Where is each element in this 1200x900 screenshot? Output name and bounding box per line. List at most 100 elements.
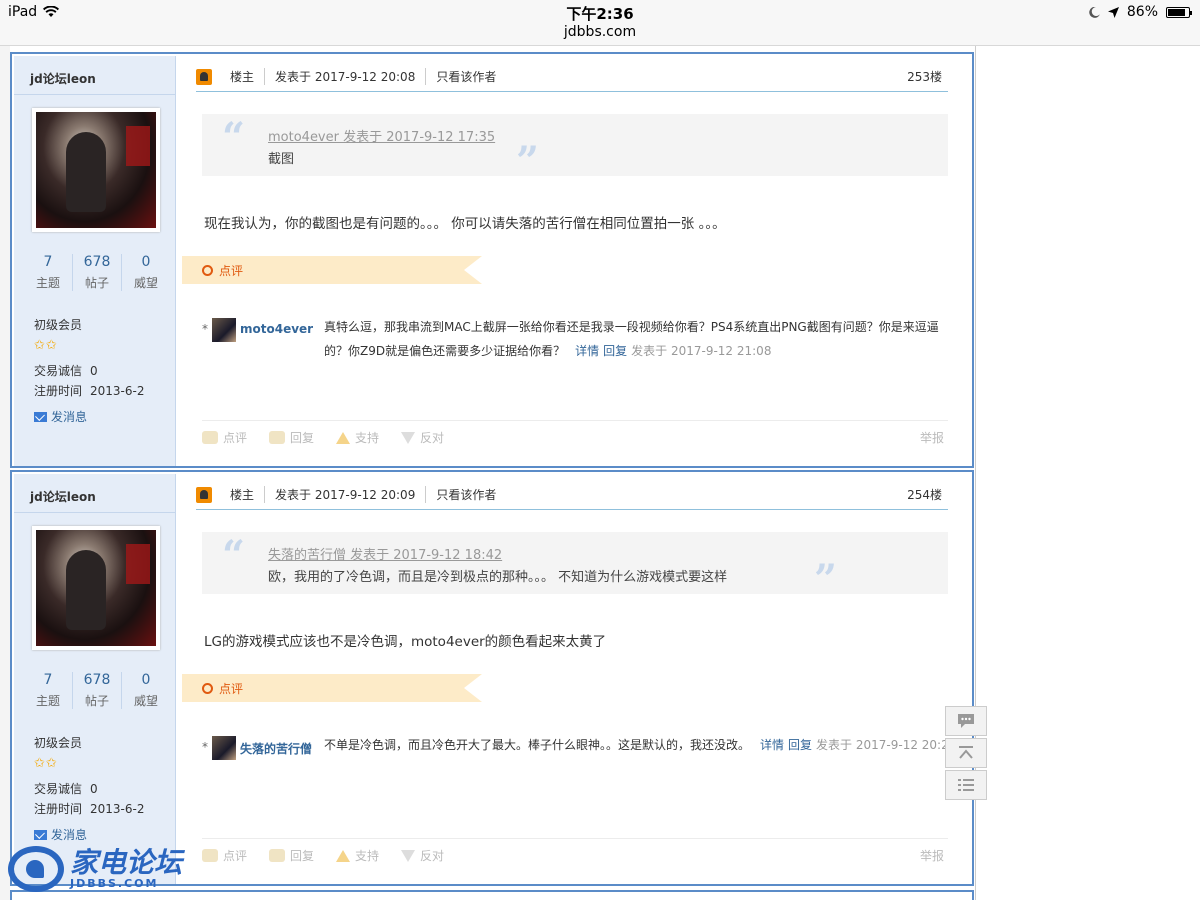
open-quote-icon: “: [222, 114, 246, 161]
author-name[interactable]: jd论坛leon: [30, 70, 96, 87]
logo-icon: [8, 846, 64, 892]
comment-detail-link[interactable]: 详情: [760, 738, 784, 752]
comment-tag: 点评: [182, 674, 482, 702]
post-header: 楼主 发表于 2017-9-12 20:08 只看该作者 253楼: [196, 62, 948, 92]
reply-button[interactable]: 回复: [269, 429, 314, 446]
author-stats: 7 主题 678 帖子 0 威望: [24, 254, 170, 291]
oppose-button[interactable]: 反对: [401, 847, 444, 864]
trade-credit: 交易诚信 0: [34, 364, 98, 378]
trade-credit: 交易诚信 0: [34, 782, 98, 796]
comment-reply-link[interactable]: 回复: [603, 344, 627, 358]
commenter-name[interactable]: moto4ever: [240, 322, 313, 336]
post-content: LG的游戏模式应该也不是冷色调，moto4ever的颜色看起来太黄了: [204, 634, 607, 650]
thread-list-button[interactable]: [945, 770, 987, 800]
comment-reply-link[interactable]: 回复: [788, 738, 812, 752]
register-date: 注册时间 2013-6-2: [34, 802, 145, 816]
owner-label: 楼主: [220, 486, 266, 503]
oppose-button[interactable]: 反对: [401, 429, 444, 446]
reply-icon: [269, 849, 286, 862]
post-time: 发表于 2017-9-12 20:09: [265, 486, 427, 503]
floor-number[interactable]: 254楼: [907, 486, 948, 503]
quote-block: “ moto4ever 发表于 2017-9-12 17:35 截图 ”: [202, 114, 948, 182]
post-main: 楼主 发表于 2017-9-12 20:08 只看该作者 253楼 “ moto…: [182, 56, 970, 466]
back-to-top-button[interactable]: [945, 738, 987, 768]
stat-prestige[interactable]: 0 威望: [122, 672, 170, 709]
post-254: jd论坛leon 7 主题 678 帖子 0 威望 初级会员 ✩✩ 交易诚信 0 注册时…: [10, 470, 974, 886]
report-button[interactable]: 举报: [920, 847, 944, 864]
post-header: 楼主 发表于 2017-9-12 20:09 只看该作者 254楼: [196, 480, 948, 510]
right-blank-area: [975, 46, 1200, 900]
mail-icon: [34, 829, 47, 840]
close-quote-icon: ”: [516, 138, 540, 185]
comment-icon: [202, 849, 218, 862]
thumb-up-icon: [336, 431, 351, 444]
quote-meta[interactable]: moto4ever 发表于 2017-9-12 17:35: [268, 126, 495, 145]
location-icon: [1107, 6, 1119, 18]
site-logo: 家电论坛 JDBBS.COM: [8, 846, 182, 892]
quote-text: 欧，我用的了冷色调，而且是冷到极点的那种。。。 不知道为什么游戏模式要这样: [268, 570, 728, 585]
avatar[interactable]: [32, 108, 160, 232]
author-name[interactable]: jd论坛leon: [30, 488, 96, 505]
post-actions: 点评 回复 支持 反对 举报: [202, 420, 948, 454]
stat-topics[interactable]: 7 主题: [24, 254, 73, 291]
quote-text: 截图: [268, 152, 295, 167]
commenter-name[interactable]: 失落的苦行僧: [240, 740, 312, 757]
battery-percent: 86%: [1126, 4, 1158, 20]
battery-icon: [1166, 6, 1192, 18]
user-level[interactable]: 初级会员: [34, 734, 82, 751]
send-message-link[interactable]: 发消息: [34, 826, 87, 843]
support-button[interactable]: 支持: [336, 847, 379, 864]
author-sidebar: jd论坛leon 7 主题 678 帖子 0 威望 初级会员 ✩✩ 交易诚信 0 注册时…: [14, 474, 176, 884]
only-author-link[interactable]: 只看该作者: [426, 486, 506, 503]
comment-time: 发表于 2017-9-12 20:21: [816, 738, 957, 752]
open-quote-icon: “: [222, 532, 246, 579]
left-gutter: [0, 46, 10, 900]
stat-prestige[interactable]: 0 威望: [122, 254, 170, 291]
status-right: 86%: [1089, 4, 1192, 20]
owner-label: 楼主: [220, 68, 266, 85]
commenter-avatar[interactable]: [212, 736, 236, 760]
floating-toolbar: [945, 706, 987, 802]
report-button[interactable]: 举报: [920, 429, 944, 446]
clock: 下午2:36: [566, 5, 634, 23]
chat-icon: [958, 714, 974, 728]
floor-number[interactable]: 253楼: [907, 68, 948, 85]
stat-posts[interactable]: 678 帖子: [73, 672, 122, 709]
address-bar[interactable]: jdbbs.com: [0, 24, 1200, 40]
quick-reply-button[interactable]: [945, 706, 987, 736]
author-stats: 7 主题 678 帖子 0 威望: [24, 672, 170, 709]
user-level[interactable]: 初级会员: [34, 316, 82, 333]
stat-topics[interactable]: 7 主题: [24, 672, 73, 709]
comment-detail-link[interactable]: 详情: [575, 344, 599, 358]
rate-button[interactable]: 点评: [202, 429, 247, 446]
only-author-link[interactable]: 只看该作者: [426, 68, 506, 85]
rate-button[interactable]: 点评: [202, 847, 247, 864]
comment-text: 不单是冷色调，而且冷色开大了最大。棒子什么眼神。。这是默认的，我还没改。 详情 回复…: [324, 738, 957, 752]
avatar[interactable]: [32, 526, 160, 650]
moon-icon: [1089, 6, 1100, 18]
quote-block: “ 失落的苦行僧 发表于 2017-9-12 18:42 欧，我用的了冷色调，而…: [202, 532, 948, 600]
arrow-up-icon: [959, 746, 973, 759]
author-sidebar: jd论坛leon 7 主题 678 帖子 0 威望 初级会员 ✩✩ 交易诚信 0 注册时…: [14, 56, 176, 466]
send-message-link[interactable]: 发消息: [34, 408, 87, 425]
reply-button[interactable]: 回复: [269, 847, 314, 864]
post-main: 楼主 发表于 2017-9-12 20:09 只看该作者 254楼 “ 失落的苦…: [182, 474, 970, 884]
ios-status-bar: iPad 下午2:36 jdbbs.com 86%: [0, 0, 1200, 46]
star-icon: ✩✩: [34, 756, 58, 771]
post-content: 现在我认为，你的截图也是有问题的。。。 你可以请失落的苦行僧在相同位置拍一张 。…: [204, 216, 726, 232]
quote-meta[interactable]: 失落的苦行僧 发表于 2017-9-12 18:42: [268, 544, 502, 563]
support-button[interactable]: 支持: [336, 429, 379, 446]
owner-icon: [196, 68, 212, 85]
post-time: 发表于 2017-9-12 20:08: [265, 68, 427, 85]
register-date: 注册时间 2013-6-2: [34, 384, 145, 398]
close-quote-icon: ”: [814, 556, 838, 603]
star-icon: ✩✩: [34, 338, 58, 353]
comment-time: 发表于 2017-9-12 21:08: [631, 344, 772, 358]
stat-posts[interactable]: 678 帖子: [73, 254, 122, 291]
reply-icon: [269, 431, 286, 444]
commenter-avatar[interactable]: [212, 318, 236, 342]
page: jd论坛leon 7 主题 678 帖子 0 威望 初级会员 ✩✩ 交易诚信 0 注册时…: [0, 46, 1200, 900]
comment-tag: 点评: [182, 256, 482, 284]
circle-icon: [202, 682, 213, 694]
thumb-down-icon: [401, 431, 416, 444]
